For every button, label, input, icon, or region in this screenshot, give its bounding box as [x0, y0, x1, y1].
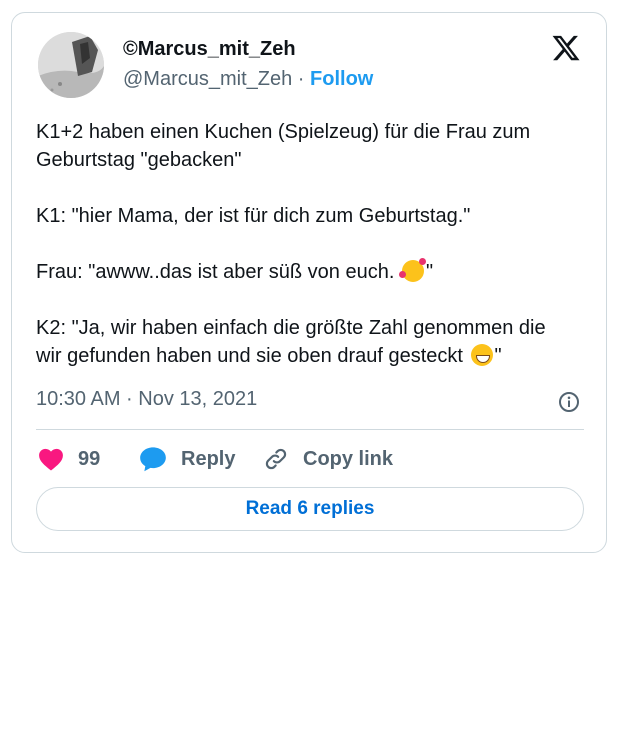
tweet-line: wir gefunden haben und sie oben drauf ge…: [36, 344, 502, 367]
info-icon[interactable]: [558, 391, 580, 413]
like-count: 99: [78, 447, 101, 470]
reply-bubble-icon: [140, 447, 166, 472]
avatar[interactable]: [38, 32, 104, 98]
author-handle-row: @Marcus_mit_Zeh · Follow: [123, 68, 373, 91]
copy-link-label: Copy link: [303, 447, 394, 470]
divider: [36, 429, 584, 430]
copy-link-button[interactable]: Copy link: [263, 443, 393, 475]
smiling-face-with-hearts-icon: [398, 258, 426, 282]
tweet-line: K1: "hier Mama, der ist für dich zum Geb…: [36, 205, 471, 227]
reply-button[interactable]: Reply: [139, 443, 235, 475]
reply-label: Reply: [181, 447, 236, 470]
grinning-face-icon: [470, 344, 493, 366]
tweet-line: Frau: "awww..das ist aber süß von euch. …: [36, 258, 434, 283]
tweet-line: K1+2 haben einen Kuchen (Spielzeug) für …: [36, 121, 531, 143]
like-button[interactable]: 99: [38, 443, 100, 475]
follow-button[interactable]: Follow: [310, 68, 373, 90]
tweet-line: K2: "Ja, wir haben einfach die größte Za…: [36, 317, 546, 339]
heart-icon: [39, 448, 63, 471]
handle-separator: ·: [292, 68, 311, 90]
link-icon: [265, 448, 287, 470]
author-display-name[interactable]: ©Marcus_mit_Zeh: [123, 38, 296, 61]
tweet-line: Geburtstag "gebacken": [36, 149, 242, 171]
tweet-card: ©Marcus_mit_Zeh @Marcus_mit_Zeh · Follow…: [11, 12, 607, 553]
x-logo-icon[interactable]: [551, 33, 581, 63]
tweet-text: K1+2 haben einen Kuchen (Spielzeug) für …: [36, 118, 596, 370]
author-handle[interactable]: @Marcus_mit_Zeh: [123, 68, 292, 90]
read-replies-button[interactable]: Read 6 replies: [36, 487, 584, 531]
tweet-timestamp[interactable]: 10:30 AM · Nov 13, 2021: [36, 388, 257, 411]
